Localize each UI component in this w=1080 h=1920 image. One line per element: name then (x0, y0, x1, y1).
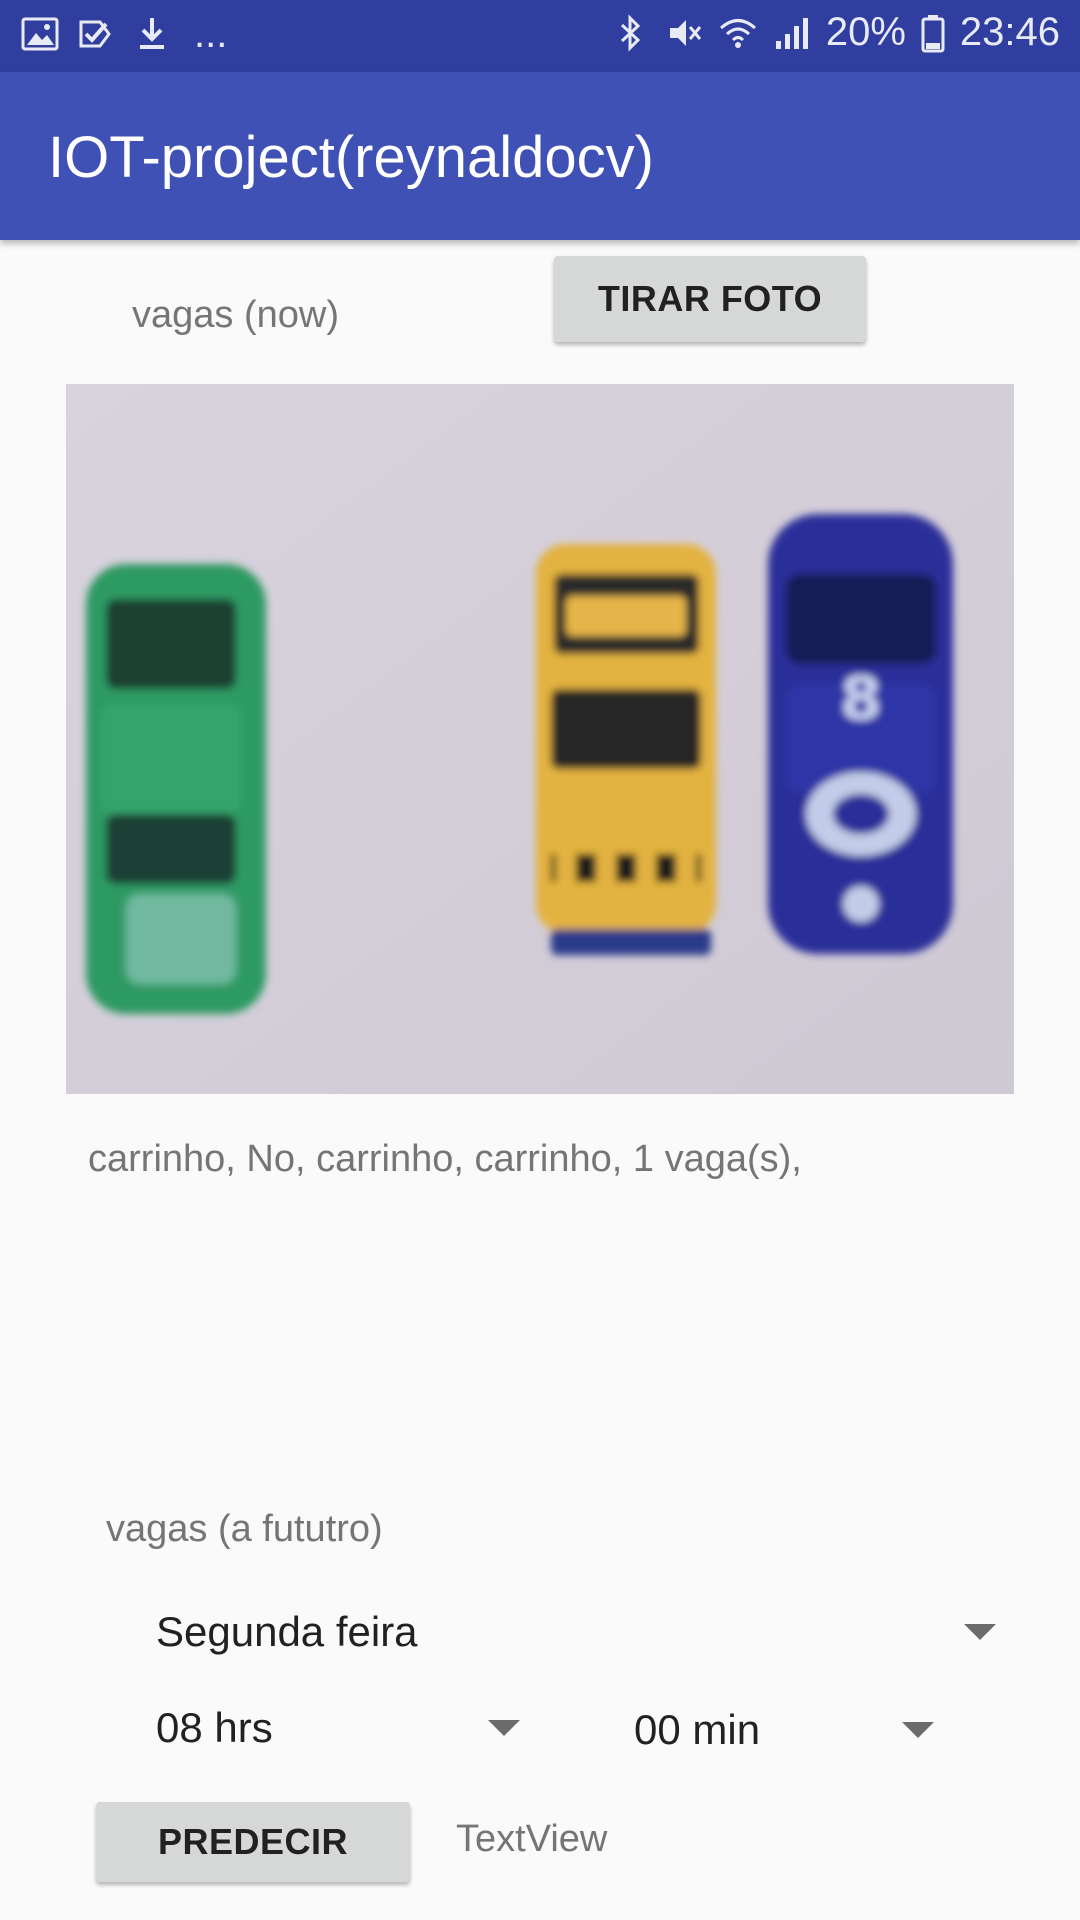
system-icons: 20% 23:46 (610, 10, 1060, 55)
signal-icon (772, 13, 812, 53)
app-bar: IOT-project(reynaldocv) (0, 72, 1080, 240)
chevron-down-icon[interactable] (488, 1720, 520, 1736)
take-photo-button[interactable]: TIRAR FOTO (554, 256, 866, 342)
battery-percent: 20% (825, 10, 906, 54)
hour-spinner[interactable]: 08 hrs (156, 1704, 273, 1752)
battery-icon (920, 13, 946, 53)
day-spinner[interactable]: Segunda feira (156, 1608, 418, 1656)
svg-text:8: 8 (840, 664, 882, 734)
more-notifications: ... (194, 12, 228, 56)
detection-result-text: carrinho, No, carrinho, carrinho, 1 vaga… (88, 1138, 802, 1180)
check-notification-icon (76, 14, 116, 54)
notification-icons: ... (20, 14, 227, 54)
chevron-down-icon[interactable] (964, 1624, 996, 1640)
mute-icon (664, 13, 704, 53)
clock: 23:46 (959, 10, 1060, 54)
bluetooth-icon (610, 13, 650, 53)
minute-spinner[interactable]: 00 min (634, 1706, 760, 1754)
download-icon (132, 14, 172, 54)
app-title: IOT-project(reynaldocv) (48, 125, 654, 190)
image-icon (20, 14, 60, 54)
status-bar: ... 20% 23:46 (0, 0, 1080, 72)
prediction-output: TextView (456, 1818, 608, 1860)
predict-button[interactable]: PREDECIR (96, 1802, 410, 1882)
chevron-down-icon[interactable] (902, 1722, 934, 1738)
wifi-icon (718, 13, 758, 53)
vagas-now-label: vagas (now) (132, 294, 339, 336)
parking-photo: 8 (66, 384, 1014, 1094)
vagas-future-label: vagas (a fututro) (106, 1508, 383, 1550)
